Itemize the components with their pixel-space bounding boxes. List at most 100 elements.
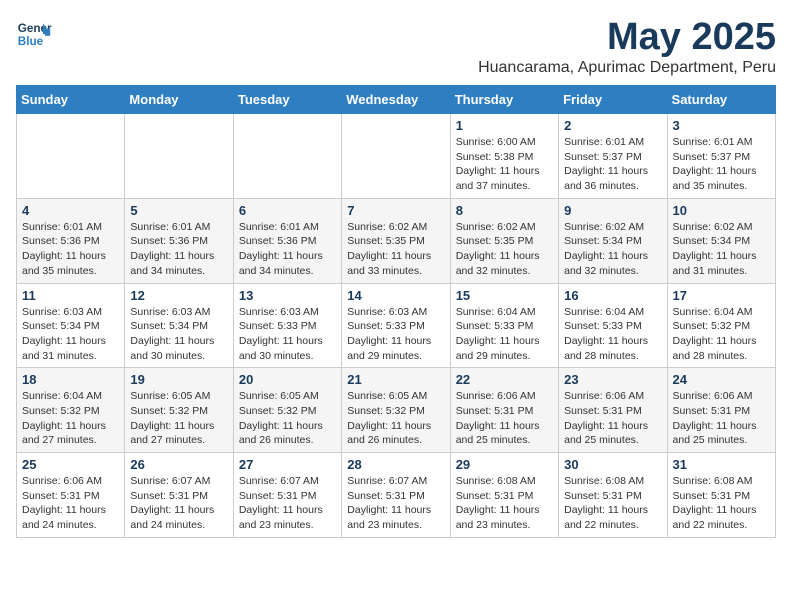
calendar-week-3: 11 Sunrise: 6:03 AM Sunset: 5:34 PM Dayli…	[17, 283, 776, 368]
day-number: 5	[130, 203, 227, 218]
day-info: Sunrise: 6:05 AM Sunset: 5:32 PM Dayligh…	[239, 389, 336, 448]
svg-text:Blue: Blue	[18, 35, 44, 48]
calendar-cell: 13 Sunrise: 6:03 AM Sunset: 5:33 PM Dayli…	[233, 283, 341, 368]
day-info: Sunrise: 6:07 AM Sunset: 5:31 PM Dayligh…	[347, 474, 444, 533]
day-info: Sunrise: 6:03 AM Sunset: 5:34 PM Dayligh…	[130, 305, 227, 364]
calendar-cell: 12Sunrise: 6:03 AM Sunset: 5:34 PM Dayli…	[125, 283, 233, 368]
calendar-cell: 15 Sunrise: 6:04 AM Sunset: 5:33 PM Dayli…	[450, 283, 558, 368]
day-info: Sunrise: 6:01 AM Sunset: 5:37 PM Dayligh…	[673, 135, 770, 194]
day-number: 26	[130, 457, 227, 472]
calendar-cell: 1Sunrise: 6:00 AM Sunset: 5:38 PM Daylig…	[450, 114, 558, 199]
weekday-header-wednesday: Wednesday	[342, 86, 450, 114]
day-number: 22	[456, 372, 553, 387]
day-number: 18	[22, 372, 119, 387]
day-info: Sunrise: 6:01 AM Sunset: 5:36 PM Dayligh…	[22, 220, 119, 279]
calendar-cell: 3 Sunrise: 6:01 AM Sunset: 5:37 PM Daylig…	[667, 114, 775, 199]
day-number: 11	[22, 288, 119, 303]
calendar-cell: 30Sunrise: 6:08 AM Sunset: 5:31 PM Dayli…	[559, 453, 667, 538]
day-number: 9	[564, 203, 661, 218]
calendar-cell: 8 Sunrise: 6:02 AM Sunset: 5:35 PM Daylig…	[450, 198, 558, 283]
day-info: Sunrise: 6:02 AM Sunset: 5:35 PM Dayligh…	[347, 220, 444, 279]
day-number: 14	[347, 288, 444, 303]
day-number: 31	[673, 457, 770, 472]
day-info: Sunrise: 6:04 AM Sunset: 5:33 PM Dayligh…	[456, 305, 553, 364]
calendar-cell: 6Sunrise: 6:01 AM Sunset: 5:36 PM Daylig…	[233, 198, 341, 283]
day-info: Sunrise: 6:06 AM Sunset: 5:31 PM Dayligh…	[564, 389, 661, 448]
day-number: 16	[564, 288, 661, 303]
weekday-header-thursday: Thursday	[450, 86, 558, 114]
calendar-cell: 9 Sunrise: 6:02 AM Sunset: 5:34 PM Daylig…	[559, 198, 667, 283]
logo: General Blue	[16, 16, 52, 52]
calendar-week-5: 25 Sunrise: 6:06 AM Sunset: 5:31 PM Dayli…	[17, 453, 776, 538]
calendar-cell: 7 Sunrise: 6:02 AM Sunset: 5:35 PM Daylig…	[342, 198, 450, 283]
calendar-cell: 24 Sunrise: 6:06 AM Sunset: 5:31 PM Dayli…	[667, 368, 775, 453]
calendar-cell: 23 Sunrise: 6:06 AM Sunset: 5:31 PM Dayli…	[559, 368, 667, 453]
day-number: 21	[347, 372, 444, 387]
day-info: Sunrise: 6:01 AM Sunset: 5:36 PM Dayligh…	[130, 220, 227, 279]
day-number: 25	[22, 457, 119, 472]
day-info: Sunrise: 6:05 AM Sunset: 5:32 PM Dayligh…	[130, 389, 227, 448]
day-number: 10	[673, 203, 770, 218]
day-number: 29	[456, 457, 553, 472]
day-info: Sunrise: 6:01 AM Sunset: 5:37 PM Dayligh…	[564, 135, 661, 194]
calendar-cell: 10 Sunrise: 6:02 AM Sunset: 5:34 PM Dayli…	[667, 198, 775, 283]
day-number: 20	[239, 372, 336, 387]
day-number: 8	[456, 203, 553, 218]
calendar-cell: 11 Sunrise: 6:03 AM Sunset: 5:34 PM Dayli…	[17, 283, 125, 368]
calendar-cell: 31 Sunrise: 6:08 AM Sunset: 5:31 PM Dayli…	[667, 453, 775, 538]
day-number: 17	[673, 288, 770, 303]
day-info: Sunrise: 6:03 AM Sunset: 5:33 PM Dayligh…	[239, 305, 336, 364]
day-number: 30	[564, 457, 661, 472]
weekday-header-saturday: Saturday	[667, 86, 775, 114]
month-title: May 2025	[478, 16, 776, 59]
calendar-cell: 5 Sunrise: 6:01 AM Sunset: 5:36 PM Daylig…	[125, 198, 233, 283]
day-info: Sunrise: 6:04 AM Sunset: 5:33 PM Dayligh…	[564, 305, 661, 364]
calendar-cell: 16 Sunrise: 6:04 AM Sunset: 5:33 PM Dayli…	[559, 283, 667, 368]
day-number: 23	[564, 372, 661, 387]
calendar-cell: 26Sunrise: 6:07 AM Sunset: 5:31 PM Dayli…	[125, 453, 233, 538]
calendar-cell	[342, 114, 450, 199]
day-number: 27	[239, 457, 336, 472]
day-info: Sunrise: 6:06 AM Sunset: 5:31 PM Dayligh…	[456, 389, 553, 448]
day-info: Sunrise: 6:03 AM Sunset: 5:33 PM Dayligh…	[347, 305, 444, 364]
calendar-cell: 22 Sunrise: 6:06 AM Sunset: 5:31 PM Dayli…	[450, 368, 558, 453]
calendar-cell: 28 Sunrise: 6:07 AM Sunset: 5:31 PM Dayli…	[342, 453, 450, 538]
day-number: 3	[673, 118, 770, 133]
title-area: May 2025 Huancarama, Apurimac Department…	[478, 16, 776, 77]
calendar-cell: 14 Sunrise: 6:03 AM Sunset: 5:33 PM Dayli…	[342, 283, 450, 368]
day-info: Sunrise: 6:08 AM Sunset: 5:31 PM Dayligh…	[456, 474, 553, 533]
day-info: Sunrise: 6:02 AM Sunset: 5:35 PM Dayligh…	[456, 220, 553, 279]
day-number: 2	[564, 118, 661, 133]
weekday-header-friday: Friday	[559, 86, 667, 114]
calendar-cell: 18 Sunrise: 6:04 AM Sunset: 5:32 PM Dayli…	[17, 368, 125, 453]
day-number: 4	[22, 203, 119, 218]
page-header: General Blue May 2025 Huancarama, Apurim…	[16, 16, 776, 77]
day-number: 13	[239, 288, 336, 303]
day-info: Sunrise: 6:03 AM Sunset: 5:34 PM Dayligh…	[22, 305, 119, 364]
day-number: 15	[456, 288, 553, 303]
weekday-header-monday: Monday	[125, 86, 233, 114]
calendar-cell: 17Sunrise: 6:04 AM Sunset: 5:32 PM Dayli…	[667, 283, 775, 368]
day-info: Sunrise: 6:07 AM Sunset: 5:31 PM Dayligh…	[239, 474, 336, 533]
calendar-cell: 20 Sunrise: 6:05 AM Sunset: 5:32 PM Dayli…	[233, 368, 341, 453]
day-info: Sunrise: 6:00 AM Sunset: 5:38 PM Dayligh…	[456, 135, 553, 194]
calendar-cell: 19 Sunrise: 6:05 AM Sunset: 5:32 PM Dayli…	[125, 368, 233, 453]
weekday-header-sunday: Sunday	[17, 86, 125, 114]
day-info: Sunrise: 6:06 AM Sunset: 5:31 PM Dayligh…	[22, 474, 119, 533]
day-info: Sunrise: 6:08 AM Sunset: 5:31 PM Dayligh…	[673, 474, 770, 533]
calendar-table: SundayMondayTuesdayWednesdayThursdayFrid…	[16, 85, 776, 538]
calendar-cell: 21Sunrise: 6:05 AM Sunset: 5:32 PM Dayli…	[342, 368, 450, 453]
day-info: Sunrise: 6:06 AM Sunset: 5:31 PM Dayligh…	[673, 389, 770, 448]
day-info: Sunrise: 6:02 AM Sunset: 5:34 PM Dayligh…	[673, 220, 770, 279]
day-info: Sunrise: 6:02 AM Sunset: 5:34 PM Dayligh…	[564, 220, 661, 279]
day-number: 7	[347, 203, 444, 218]
day-number: 19	[130, 372, 227, 387]
day-number: 24	[673, 372, 770, 387]
calendar-cell	[17, 114, 125, 199]
logo-icon: General Blue	[16, 16, 52, 52]
calendar-cell	[233, 114, 341, 199]
day-info: Sunrise: 6:04 AM Sunset: 5:32 PM Dayligh…	[22, 389, 119, 448]
calendar-cell: 25 Sunrise: 6:06 AM Sunset: 5:31 PM Dayli…	[17, 453, 125, 538]
day-number: 28	[347, 457, 444, 472]
location-title: Huancarama, Apurimac Department, Peru	[478, 59, 776, 77]
